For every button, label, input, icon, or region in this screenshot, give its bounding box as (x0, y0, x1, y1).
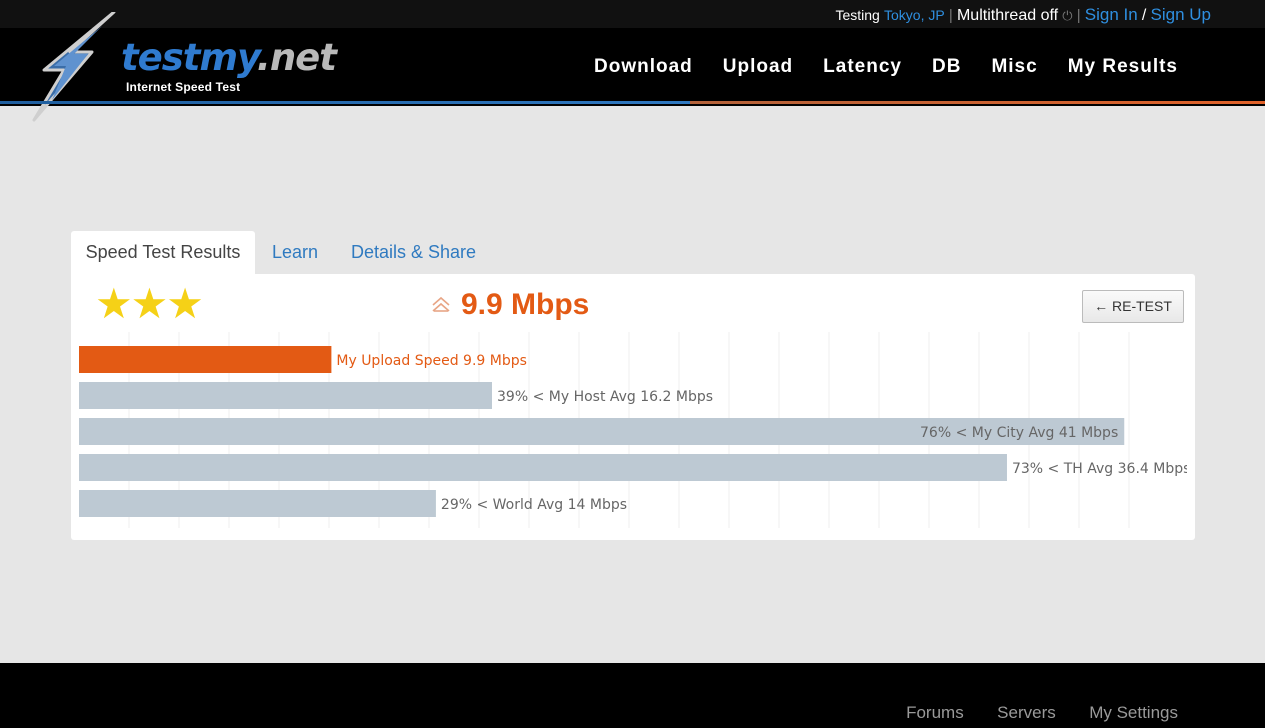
upload-arrow-icon (432, 296, 450, 312)
power-icon[interactable]: ⏻ (1062, 8, 1072, 23)
header-stripe-blue (0, 101, 690, 104)
testing-label: Testing (835, 7, 880, 23)
footer-link-my-settings[interactable]: My Settings (1089, 703, 1178, 722)
retest-button[interactable]: ← RE-TEST (1082, 290, 1184, 323)
nav-latency[interactable]: Latency (823, 56, 902, 78)
bar-0 (79, 346, 332, 373)
tab-details-share[interactable]: Details & Share (351, 231, 476, 275)
sign-up-link[interactable]: Sign Up (1151, 5, 1211, 24)
footer-links: Forums Servers My Settings (877, 703, 1178, 723)
bar-label-4: 29% < World Avg 14 Mbps (441, 497, 627, 513)
bar-4 (79, 490, 436, 517)
logo-text-b: .net (256, 36, 337, 79)
main-nav: Download Upload Latency DB Misc My Resul… (594, 56, 1208, 78)
nav-my-results[interactable]: My Results (1068, 56, 1178, 78)
site-header: Testing Tokyo, JP | Multithread off ⏻ | … (0, 0, 1265, 122)
multithread-toggle[interactable]: Multithread off (957, 7, 1058, 24)
logo-text-a: testmy (121, 36, 258, 79)
bar-1 (79, 382, 493, 409)
bar-3 (79, 454, 1007, 481)
tab-speed-test-results[interactable]: Speed Test Results (71, 231, 255, 275)
bar-label-0: My Upload Speed 9.9 Mbps (336, 353, 527, 369)
location-link[interactable]: Tokyo, JP (884, 7, 945, 23)
logo-wordmark[interactable]: testmy.net (121, 36, 337, 79)
site-footer: Forums Servers My Settings (0, 663, 1265, 728)
comparison-bar-chart: My Upload Speed 9.9 Mbps 39% < My Host Av… (79, 332, 1187, 528)
bar-label-3: 73% < TH Avg 36.4 Mbps (1012, 461, 1187, 477)
separator: | (948, 7, 953, 24)
results-panel: ★★★ 9.9 Mbps ← RE-TEST My Upload Speed 9… (71, 274, 1195, 540)
bar-label-2: 76% < My City Avg 41 Mbps (920, 425, 1118, 441)
star-rating: ★★★ (95, 280, 204, 327)
nav-db[interactable]: DB (932, 56, 961, 78)
logo-tagline: Internet Speed Test (126, 80, 241, 94)
footer-link-forums[interactable]: Forums (906, 703, 964, 722)
lightning-bolt-icon[interactable] (30, 12, 120, 122)
header-stripe-orange (690, 101, 1265, 104)
bar-label-1: 39% < My Host Avg 16.2 Mbps (497, 389, 713, 405)
nav-upload[interactable]: Upload (723, 56, 793, 78)
separator: | (1076, 7, 1081, 24)
nav-misc[interactable]: Misc (991, 56, 1037, 78)
top-info: Testing Tokyo, JP | Multithread off ⏻ | … (835, 5, 1211, 25)
sign-in-link[interactable]: Sign In (1085, 5, 1138, 24)
footer-link-servers[interactable]: Servers (997, 703, 1056, 722)
slash: / (1141, 7, 1147, 24)
tab-learn[interactable]: Learn (272, 231, 318, 275)
top-bar: Testing Tokyo, JP | Multithread off ⏻ | … (0, 0, 1265, 28)
upload-speed-value: 9.9 Mbps (461, 288, 590, 321)
nav-download[interactable]: Download (594, 56, 693, 78)
